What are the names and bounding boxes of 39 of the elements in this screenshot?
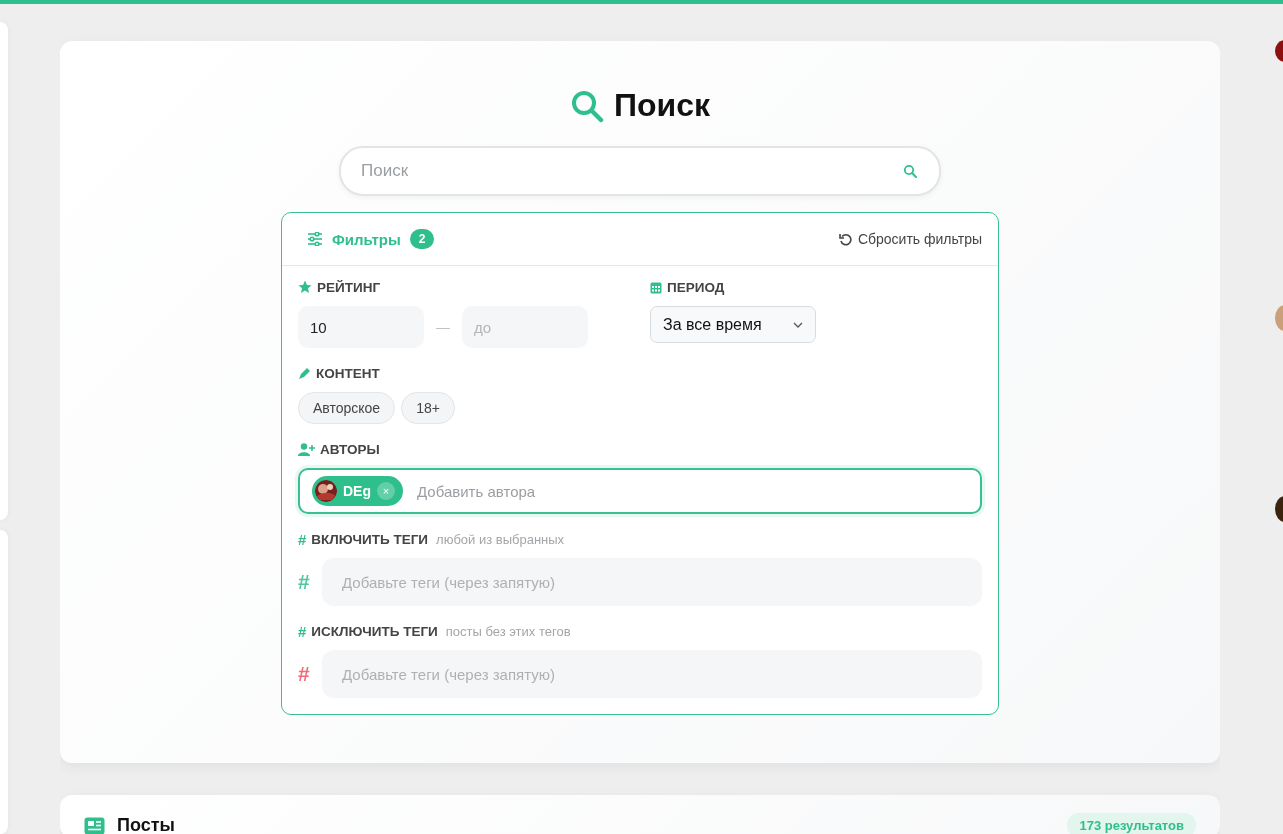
pen-icon	[298, 366, 311, 380]
content-chip[interactable]: 18+	[401, 392, 455, 424]
section-label: РЕЙТИНГ	[317, 279, 381, 295]
section-hint: любой из выбранных	[436, 531, 565, 547]
hash-icon: #	[298, 662, 312, 686]
rating-from-field[interactable]: 10	[298, 306, 424, 348]
tags-field[interactable]: Добавьте теги (через запятую)	[322, 650, 982, 698]
author-input[interactable]: Добавить автора	[415, 481, 968, 501]
search-icon	[903, 164, 917, 178]
calendar-icon	[650, 280, 662, 294]
section-label: ИСКЛЮЧИТЬ ТЕГИ	[311, 623, 438, 639]
search-field[interactable]: Поиск	[339, 146, 941, 196]
section-label: ВКЛЮЧИТЬ ТЕГИ	[311, 531, 429, 547]
filter-count-badge: 2	[409, 229, 435, 249]
reset-filters-button[interactable]: Сбросить фильтры	[838, 231, 982, 247]
hash-icon: #	[298, 530, 307, 548]
section-label: АВТОРЫ	[320, 441, 380, 457]
range-separator: —	[436, 319, 450, 335]
filters-title: Фильтры	[332, 230, 401, 248]
section-label: КОНТЕНТ	[316, 365, 380, 381]
newspaper-icon	[84, 816, 105, 834]
star-icon	[298, 280, 312, 294]
reset-icon	[838, 232, 852, 246]
sliders-icon	[307, 232, 323, 246]
user-add-icon	[298, 442, 315, 456]
posts-title: Посты	[117, 815, 175, 834]
hash-icon: #	[298, 570, 312, 594]
search-icon	[570, 88, 604, 123]
rating-to-field[interactable]: до	[462, 306, 588, 348]
period-dropdown[interactable]: За все время	[650, 306, 816, 343]
author-name: DEg	[343, 483, 371, 499]
page-title: Поиск	[614, 87, 710, 124]
chevron-down-icon	[793, 321, 803, 328]
tags-field[interactable]: Добавьте теги (через запятую)	[322, 558, 982, 606]
results-count-badge: 173 результатов	[1067, 813, 1196, 834]
hash-icon: #	[298, 622, 307, 640]
section-label: ПЕРИОД	[667, 279, 725, 295]
content-chip[interactable]: Авторское	[298, 392, 396, 424]
section-hint: посты без этих тегов	[445, 623, 571, 639]
